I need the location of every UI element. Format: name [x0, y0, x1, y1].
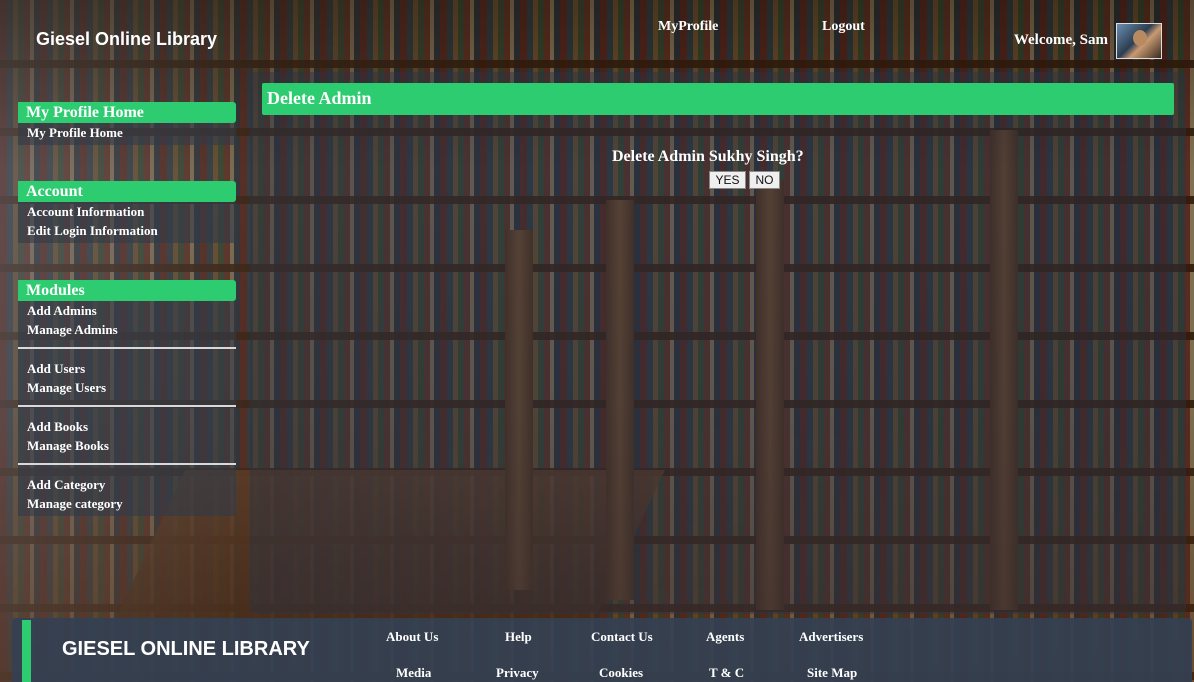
footer-link-advertisers[interactable]: Advertisers: [799, 629, 863, 645]
sidebar: My Profile Home My Profile Home Account …: [18, 102, 236, 516]
sidebar-item-add-books[interactable]: Add Books: [18, 417, 236, 436]
footer-link-contact-us[interactable]: Contact Us: [591, 629, 653, 645]
sidebar-divider: [18, 347, 236, 349]
footer-link-site-map[interactable]: Site Map: [807, 665, 857, 681]
delete-confirm-message: Delete Admin Sukhy Singh?: [612, 148, 804, 165]
sidebar-item-manage-admins[interactable]: Manage Admins: [18, 320, 236, 339]
page-title: Delete Admin: [262, 83, 1174, 115]
welcome-text: Welcome, Sam: [1013, 32, 1108, 48]
footer-link-help[interactable]: Help: [505, 629, 532, 645]
footer-link-agents[interactable]: Agents: [706, 629, 744, 645]
sidebar-item-account-information[interactable]: Account Information: [18, 202, 236, 221]
footer-accent-bar: [22, 620, 31, 682]
site-brand[interactable]: Giesel Online Library: [36, 29, 217, 50]
sidebar-divider: [18, 463, 236, 465]
sidebar-item-add-admins[interactable]: Add Admins: [18, 301, 236, 320]
footer-link-t-and-c[interactable]: T & C: [709, 665, 744, 681]
sidebar-group-title: Account: [18, 181, 236, 202]
logout-link[interactable]: Logout: [822, 19, 865, 35]
sidebar-item-add-users[interactable]: Add Users: [18, 359, 236, 378]
myprofile-link[interactable]: MyProfile: [658, 19, 718, 35]
sidebar-item-manage-users[interactable]: Manage Users: [18, 378, 236, 397]
sidebar-item-add-category[interactable]: Add Category: [18, 475, 236, 494]
footer-link-about-us[interactable]: About Us: [386, 629, 438, 645]
footer-title: GIESEL ONLINE LIBRARY: [62, 638, 310, 660]
yes-button[interactable]: YES: [709, 171, 746, 189]
sidebar-group-modules: Modules Add Admins Manage Admins Add Use…: [18, 280, 236, 516]
footer-link-cookies[interactable]: Cookies: [599, 665, 643, 681]
sidebar-group-title: My Profile Home: [18, 102, 236, 123]
sidebar-item-manage-books[interactable]: Manage Books: [18, 436, 236, 455]
sidebar-group-profile: My Profile Home My Profile Home: [18, 102, 236, 145]
avatar[interactable]: [1116, 23, 1162, 59]
sidebar-item-manage-category[interactable]: Manage category: [18, 494, 236, 513]
sidebar-group-account: Account Account Information Edit Login I…: [18, 181, 236, 243]
no-button[interactable]: NO: [749, 171, 780, 189]
footer-link-privacy[interactable]: Privacy: [496, 665, 539, 681]
sidebar-divider: [18, 405, 236, 407]
sidebar-item-my-profile-home[interactable]: My Profile Home: [18, 123, 236, 142]
footer-link-media[interactable]: Media: [396, 665, 431, 681]
sidebar-item-edit-login-information[interactable]: Edit Login Information: [18, 221, 236, 240]
sidebar-group-title: Modules: [18, 280, 236, 301]
